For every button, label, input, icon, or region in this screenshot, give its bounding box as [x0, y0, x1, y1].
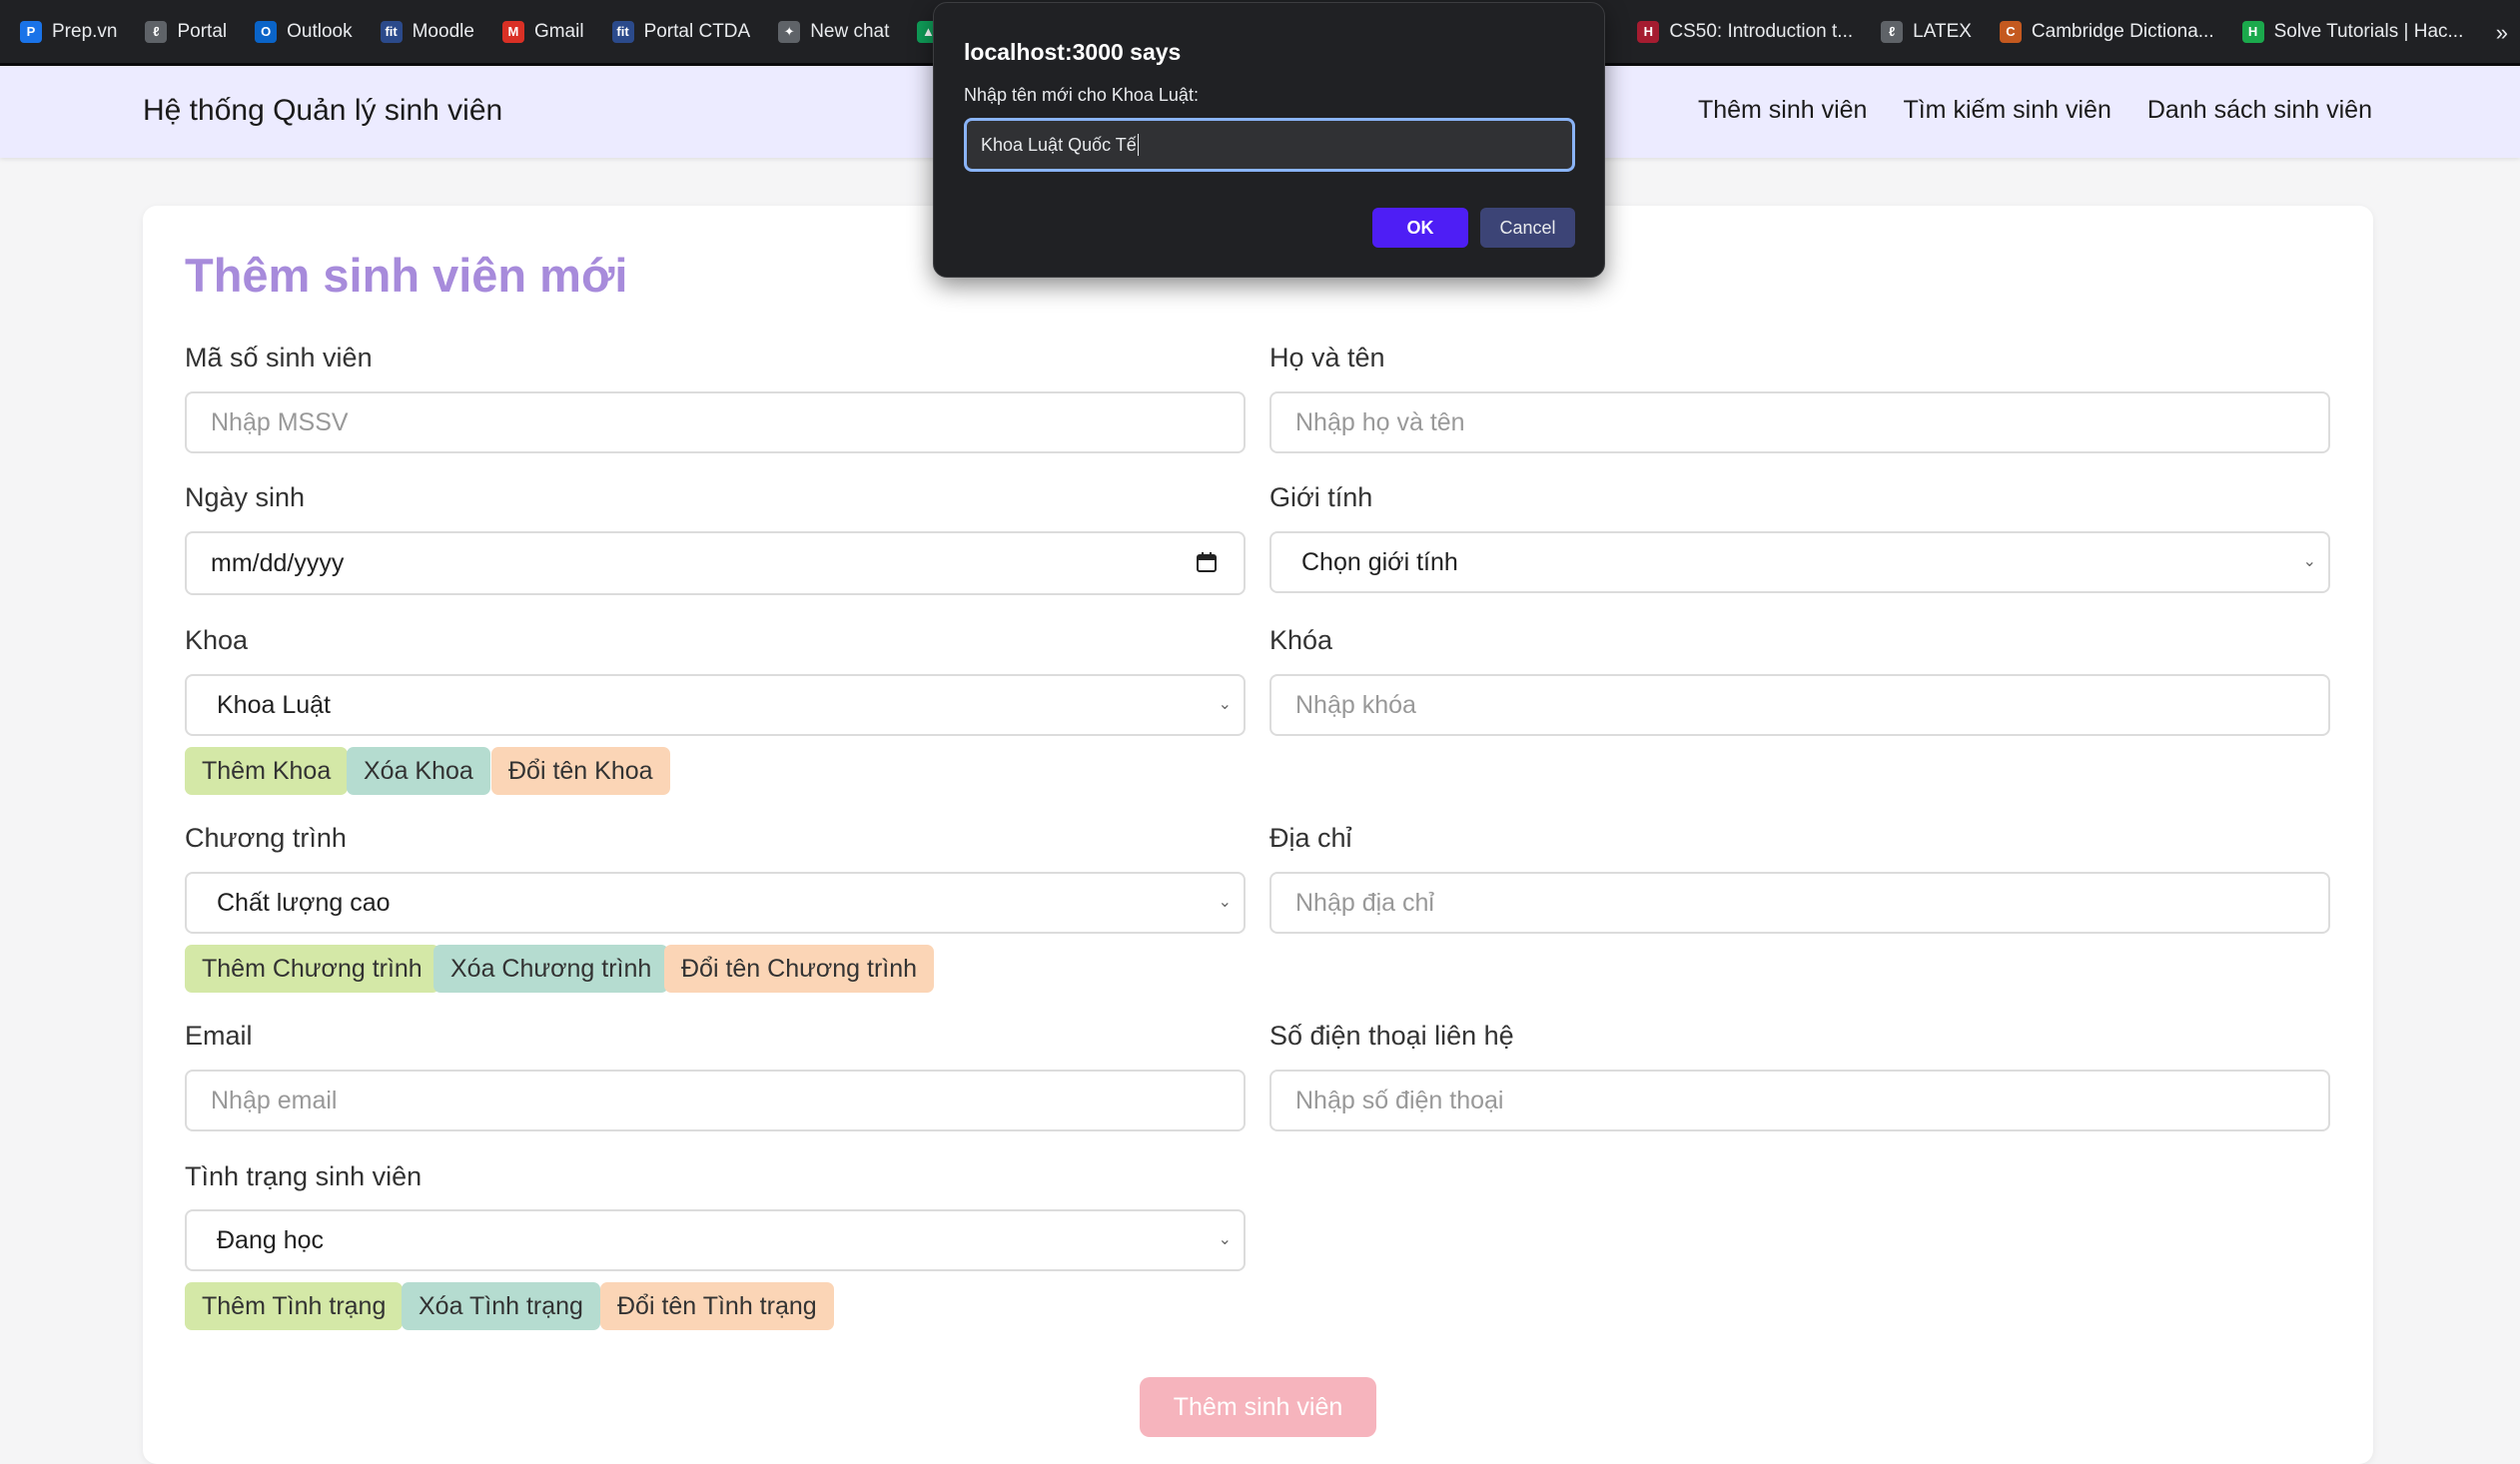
bookmark-label: Portal: [177, 20, 228, 42]
chevron-down-icon: ⌄: [1218, 1231, 1232, 1248]
address-label: Địa chỉ: [1269, 823, 1352, 853]
delete-program-button[interactable]: Xóa Chương trình: [433, 945, 669, 993]
add-status-button[interactable]: Thêm Tình trạng: [185, 1282, 404, 1330]
cambridge-icon: C: [1999, 20, 2022, 43]
bookmark-item[interactable]: P Prep.vn: [8, 10, 129, 54]
gender-select-value: Chọn giới tính: [1301, 547, 1458, 576]
dialog-input[interactable]: Khoa Luật Quốc Tế: [964, 118, 1575, 172]
submit-student-button[interactable]: Thêm sinh viên: [1140, 1377, 1376, 1437]
bookmark-item[interactable]: O Outlook: [243, 10, 364, 54]
bookmark-item[interactable]: ✦ New chat: [766, 10, 901, 54]
bookmark-item[interactable]: C Cambridge Dictiona...: [1988, 10, 2226, 54]
bookmark-item[interactable]: H CS50: Introduction t...: [1625, 10, 1865, 54]
course-label: Khóa: [1269, 625, 1333, 655]
add-program-button[interactable]: Thêm Chương trình: [185, 945, 439, 993]
outlook-icon: O: [255, 20, 278, 43]
bookmark-item[interactable]: ℓ LATEX: [1869, 10, 1984, 54]
gender-label: Giới tính: [1269, 482, 1373, 512]
faculty-label: Khoa: [185, 625, 249, 655]
add-faculty-button[interactable]: Thêm Khoa: [185, 747, 349, 795]
dialog-input-value: Khoa Luật Quốc Tế: [981, 134, 1137, 155]
mssv-input[interactable]: Nhập MSSV: [185, 391, 1246, 453]
nav-search-student[interactable]: Tìm kiếm sinh viên: [1903, 96, 2110, 125]
prompt-dialog: localhost:3000 says Nhập tên mới cho Kho…: [933, 2, 1605, 278]
status-select-value: Đang học: [217, 1225, 325, 1254]
fit-icon: fit: [611, 20, 634, 43]
harvard-icon: H: [1637, 20, 1660, 43]
fit-icon: fit: [380, 20, 403, 43]
bookmark-item[interactable]: ℓ Portal: [133, 10, 239, 54]
nav-student-list[interactable]: Danh sách sinh viên: [2147, 96, 2372, 125]
latex-icon: ℓ: [1881, 20, 1904, 43]
nav-links: Thêm sinh viên Tìm kiếm sinh viên Danh s…: [1698, 96, 2372, 125]
faculty-select[interactable]: Khoa Luật ⌄: [185, 674, 1246, 736]
bookmark-item[interactable]: H Solve Tutorials | Hac...: [2230, 10, 2476, 54]
email-label: Email: [185, 1021, 253, 1051]
chevron-down-icon: ⌄: [1218, 696, 1232, 713]
bookmark-label: Cambridge Dictiona...: [2031, 20, 2214, 42]
program-label: Chương trình: [185, 823, 347, 853]
rename-faculty-button[interactable]: Đổi tên Khoa: [491, 747, 670, 795]
program-select-value: Chất lượng cao: [217, 888, 391, 917]
status-label: Tình trạng sinh viên: [185, 1161, 422, 1191]
dob-input[interactable]: mm/dd/yyyy: [185, 531, 1246, 595]
rename-status-button[interactable]: Đổi tên Tình trạng: [600, 1282, 834, 1330]
bookmark-item[interactable]: M Gmail: [490, 10, 596, 54]
bookmark-label: New chat: [810, 20, 890, 42]
app-brand[interactable]: Hệ thống Quản lý sinh viên: [143, 94, 502, 128]
program-select[interactable]: Chất lượng cao ⌄: [185, 872, 1246, 934]
mssv-label: Mã số sinh viên: [185, 343, 373, 372]
chatgpt-icon: ✦: [778, 20, 801, 43]
calendar-icon[interactable]: [1196, 551, 1218, 573]
bookmark-label: LATEX: [1913, 20, 1972, 42]
dob-label: Ngày sinh: [185, 482, 306, 512]
phone-label: Số điện thoại liên hệ: [1269, 1021, 1514, 1051]
fullname-input[interactable]: Nhập họ và tên: [1269, 391, 2330, 453]
delete-faculty-button[interactable]: Xóa Khoa: [347, 747, 490, 795]
portal-icon: ℓ: [145, 20, 168, 43]
hackerrank-icon: H: [2241, 20, 2264, 43]
page-title: Thêm sinh viên mới: [185, 249, 628, 302]
bookmark-label: CS50: Introduction t...: [1669, 20, 1854, 42]
text-caret: [1137, 134, 1139, 156]
bookmarks-overflow-icon[interactable]: »: [2496, 20, 2508, 46]
bookmark-label: Moodle: [412, 20, 474, 42]
address-input[interactable]: Nhập địa chỉ: [1269, 872, 2330, 934]
status-select[interactable]: Đang học ⌄: [185, 1209, 1246, 1271]
gmail-icon: M: [501, 20, 524, 43]
chevron-down-icon: ⌄: [2302, 553, 2316, 570]
faculty-select-value: Khoa Luật: [217, 690, 331, 719]
phone-input[interactable]: Nhập số điện thoại: [1269, 1070, 2330, 1131]
course-input[interactable]: Nhập khóa: [1269, 674, 2330, 736]
delete-status-button[interactable]: Xóa Tình trạng: [402, 1282, 600, 1330]
nav-add-student[interactable]: Thêm sinh viên: [1698, 96, 1868, 125]
bookmark-label: Gmail: [533, 20, 584, 42]
cancel-button[interactable]: Cancel: [1480, 208, 1575, 248]
bookmark-label: Portal CTDA: [643, 20, 751, 42]
gender-select[interactable]: Chọn giới tính ⌄: [1269, 531, 2330, 593]
bookmark-label: Solve Tutorials | Hac...: [2273, 20, 2464, 42]
dialog-title: localhost:3000 says: [964, 39, 1182, 65]
bookmark-item[interactable]: fit Portal CTDA: [600, 10, 763, 54]
rename-program-button[interactable]: Đổi tên Chương trình: [664, 945, 935, 993]
dob-value: mm/dd/yyyy: [211, 548, 345, 577]
fullname-label: Họ và tên: [1269, 343, 1385, 372]
chevron-down-icon: ⌄: [1218, 894, 1232, 911]
bookmark-label: Outlook: [287, 20, 353, 42]
prep-icon: P: [20, 20, 42, 43]
ok-button[interactable]: OK: [1372, 208, 1468, 248]
bookmark-label: Prep.vn: [52, 20, 118, 42]
dialog-message: Nhập tên mới cho Khoa Luật:: [964, 85, 1199, 105]
bookmark-item[interactable]: fit Moodle: [369, 10, 486, 54]
email-input[interactable]: Nhập email: [185, 1070, 1246, 1131]
